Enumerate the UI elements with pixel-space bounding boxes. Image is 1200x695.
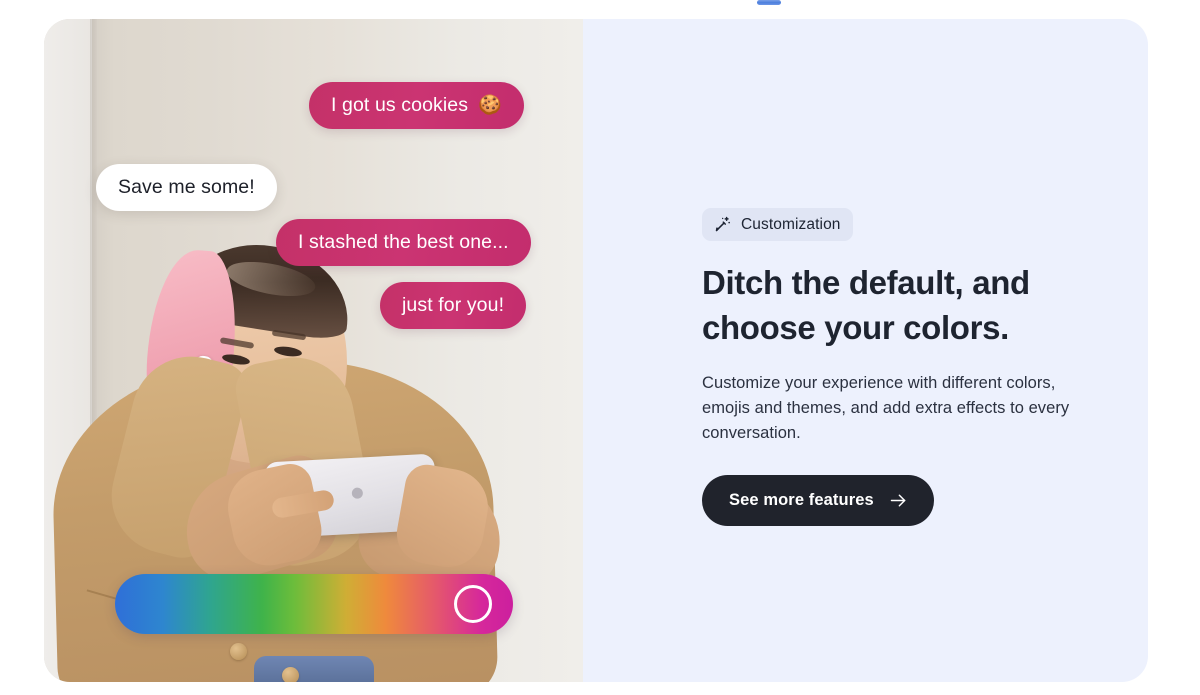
chat-bubble-text: I stashed the best one... [298,231,509,253]
chat-bubble: Save me some! [96,164,277,211]
content-panel: Customization Ditch the default, and cho… [583,19,1148,682]
status-badge-label: Customization [741,215,841,233]
jacket-button-1 [230,643,247,660]
status-badge: Customization [702,208,853,241]
chat-bubble: I stashed the best one... [276,219,531,266]
page-title: Ditch the default, and choose your color… [702,264,1030,346]
jeans [254,656,374,682]
jacket-button-2 [282,667,299,682]
body-text: Customize your experience with different… [702,374,1070,442]
see-more-features-button[interactable]: See more features [702,475,934,526]
color-picker-slider[interactable] [115,574,513,634]
chat-bubble-text: Save me some! [118,176,255,198]
chat-bubble-text: I got us cookies [331,94,469,116]
chat-bubble: just for you! [380,282,527,329]
carousel-progress-fill [757,0,781,5]
arrow-right-icon [888,490,909,511]
page-root: I got us cookies 🍪 Save me some! I stash… [0,0,1200,695]
magic-wand-icon [713,215,732,234]
carousel-progress-indicator[interactable] [757,0,781,5]
color-picker-handle[interactable] [454,585,492,623]
see-more-features-label: See more features [729,491,874,509]
feature-card: I got us cookies 🍪 Save me some! I stash… [44,19,1148,682]
media-panel: I got us cookies 🍪 Save me some! I stash… [44,19,583,682]
phone-lens [351,487,364,499]
chat-bubble: I got us cookies 🍪 [309,82,524,129]
cookie-icon: 🍪 [478,95,502,116]
chat-bubble-text: just for you! [402,294,505,316]
